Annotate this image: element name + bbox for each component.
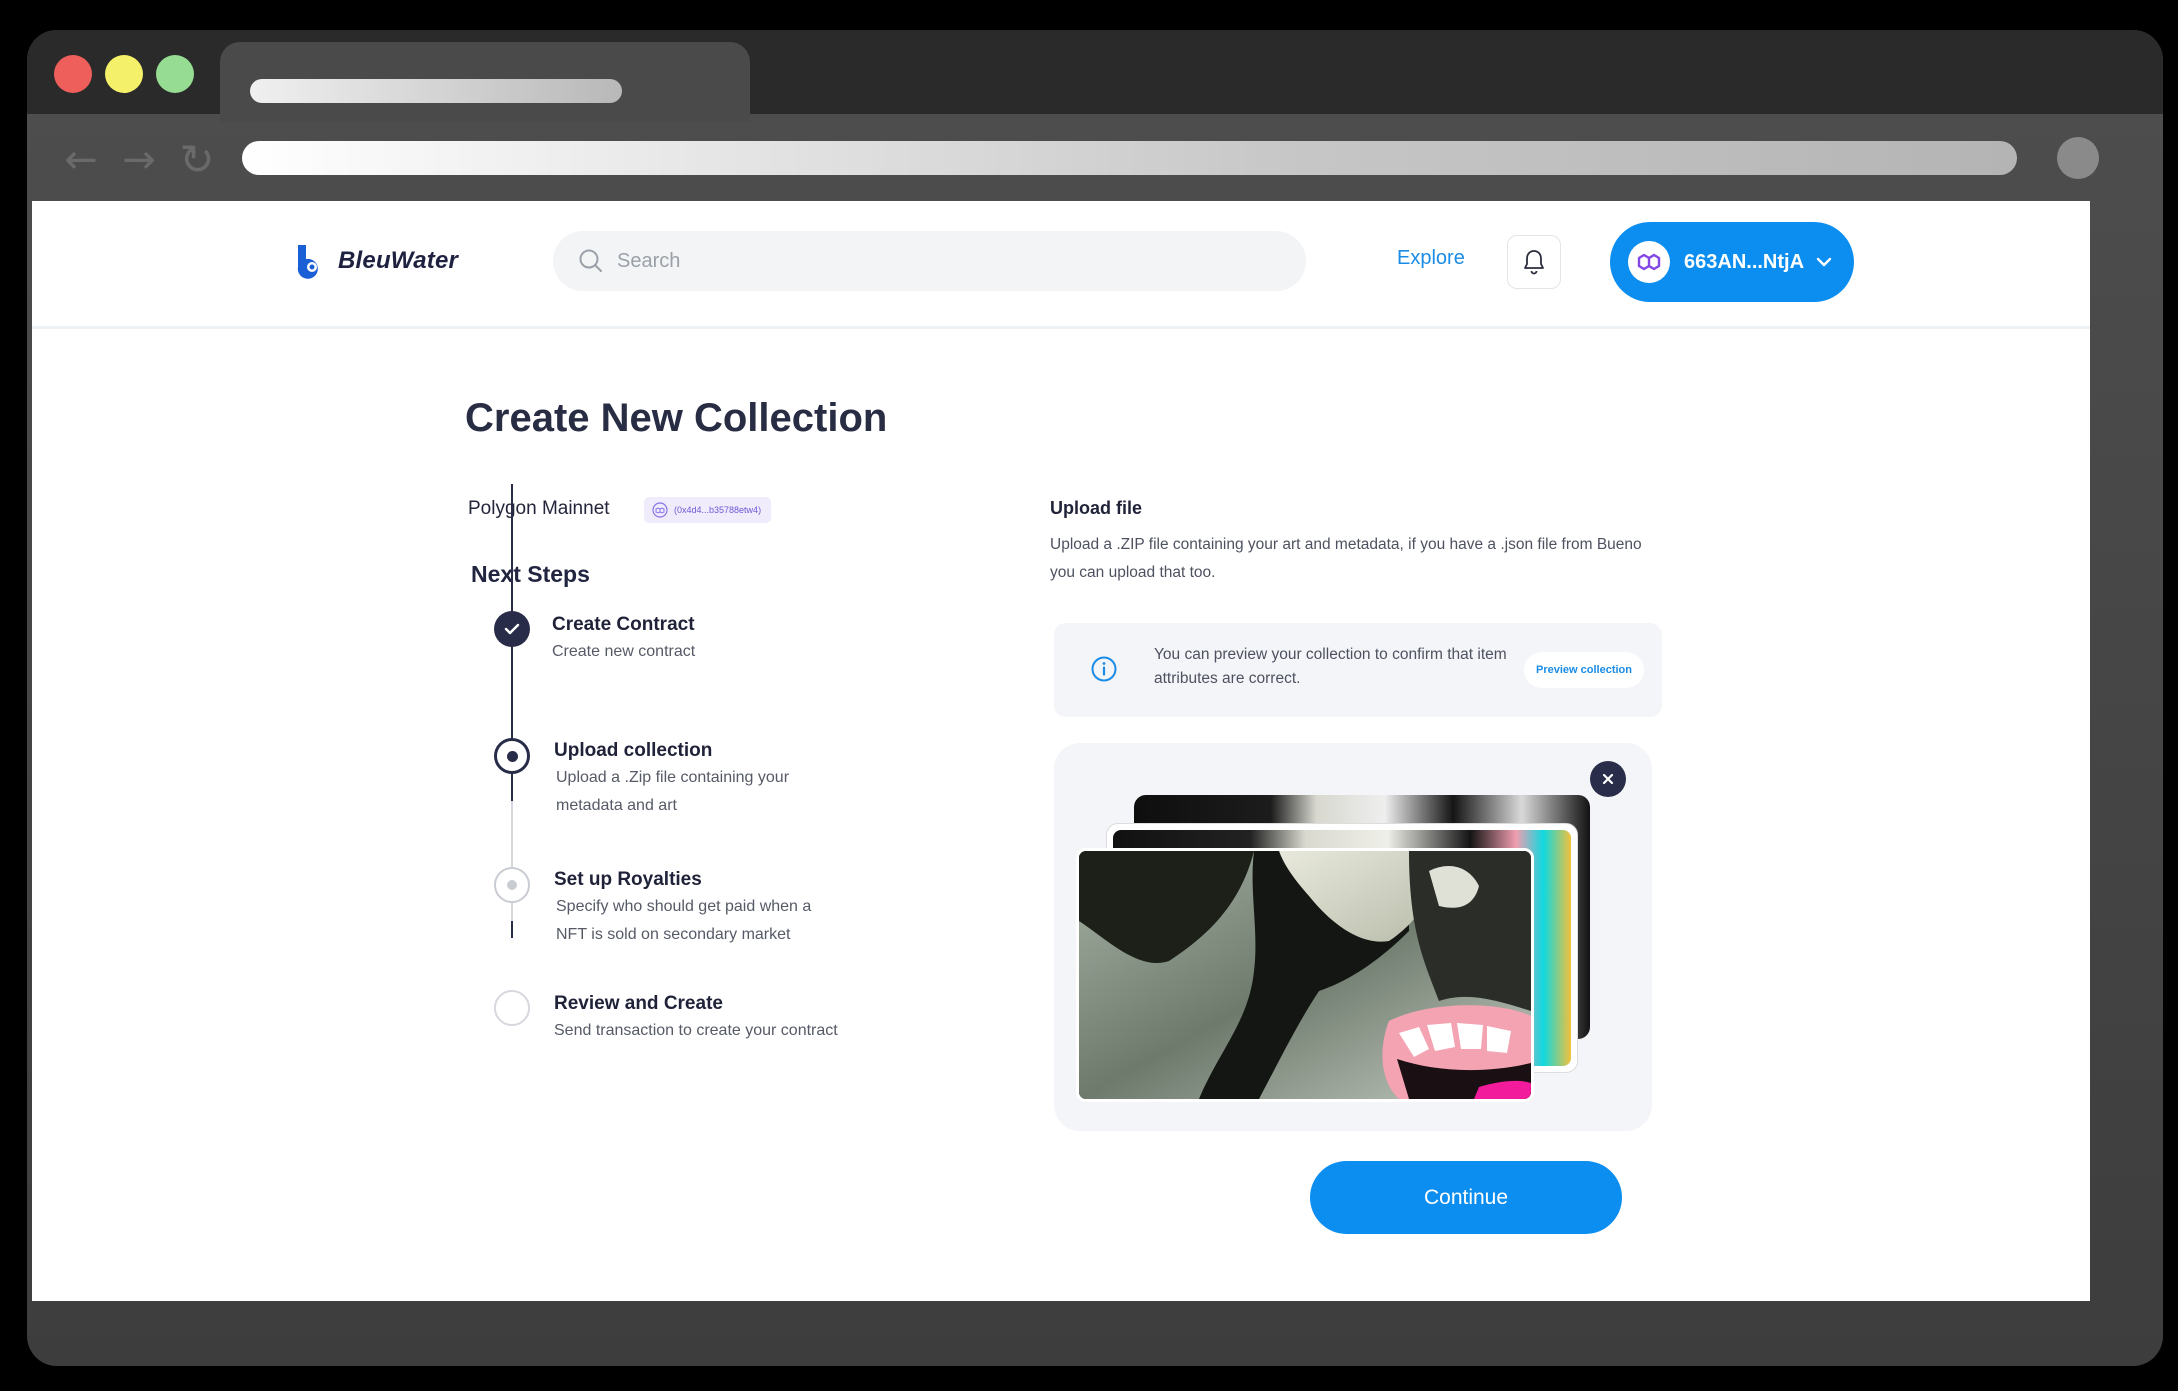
step-title: Upload collection bbox=[554, 740, 713, 761]
step-description: Upload a .Zip file containing your bbox=[556, 769, 790, 786]
remove-file-button[interactable] bbox=[1590, 761, 1626, 797]
web-page: BleuWater Explore 663AN...NtjA bbox=[32, 201, 2090, 1301]
maximize-window-button[interactable] bbox=[156, 55, 194, 93]
info-icon bbox=[1091, 656, 1117, 682]
info-box: You can preview your collection to confi… bbox=[1054, 623, 1662, 717]
title-bar bbox=[27, 30, 2163, 122]
wallet-address: 663AN...NtjA bbox=[1684, 250, 1805, 273]
step-description: Specify who should get paid when a bbox=[556, 898, 812, 915]
tab-title-placeholder bbox=[250, 79, 622, 103]
polygon-small-icon bbox=[652, 502, 668, 518]
step-4-future-indicator bbox=[494, 990, 530, 1026]
step-title: Review and Create bbox=[554, 993, 723, 1014]
step-description: NFT is sold on secondary market bbox=[556, 926, 791, 943]
step-description: Create new contract bbox=[552, 643, 696, 660]
address-bar[interactable] bbox=[242, 141, 2017, 175]
preview-artwork-image bbox=[1076, 848, 1534, 1102]
site-header: BleuWater Explore 663AN...NtjA bbox=[32, 201, 2090, 329]
continue-button[interactable]: Continue bbox=[1310, 1161, 1622, 1234]
close-icon bbox=[1602, 773, 1614, 785]
browser-profile-icon[interactable] bbox=[2057, 137, 2099, 179]
chevron-down-icon bbox=[1816, 257, 1832, 267]
upload-preview-card bbox=[1054, 743, 1652, 1131]
step-description: Send transaction to create your contract bbox=[554, 1022, 838, 1039]
wallet-button[interactable]: 663AN...NtjA bbox=[1610, 222, 1854, 302]
step-description: metadata and art bbox=[556, 797, 677, 814]
explore-link[interactable]: Explore bbox=[1397, 247, 1465, 270]
step-3-pending-indicator bbox=[494, 867, 530, 903]
logo[interactable]: BleuWater bbox=[296, 243, 458, 279]
upload-title: Upload file bbox=[1050, 498, 1143, 518]
search-icon bbox=[579, 249, 602, 272]
close-window-button[interactable] bbox=[54, 55, 92, 93]
forward-arrow-icon[interactable]: → bbox=[117, 138, 161, 182]
polygon-icon bbox=[1628, 241, 1670, 283]
bleuwater-logo-icon bbox=[297, 245, 318, 279]
step-pending-line bbox=[511, 801, 513, 921]
upload-description: Upload a .ZIP file containing your art a… bbox=[1050, 536, 1642, 581]
step-title: Set up Royalties bbox=[554, 869, 702, 890]
reload-icon[interactable]: ↻ bbox=[175, 138, 219, 182]
network-address: (0x4d4...b35788etw4) bbox=[674, 505, 762, 515]
back-arrow-icon[interactable]: ← bbox=[59, 138, 103, 182]
page-title: Create New Collection bbox=[465, 396, 888, 440]
step-1-check-icon bbox=[494, 611, 530, 647]
info-text: You can preview your collection to confi… bbox=[1154, 646, 1507, 687]
bell-icon bbox=[1524, 250, 1544, 275]
step-2-current-indicator bbox=[494, 738, 530, 774]
step-title: Create Contract bbox=[552, 614, 695, 635]
minimize-window-button[interactable] bbox=[105, 55, 143, 93]
network-name: Polygon Mainnet bbox=[468, 498, 610, 519]
search-bar[interactable] bbox=[553, 231, 1306, 291]
search-input[interactable] bbox=[617, 249, 1257, 273]
browser-tab[interactable] bbox=[220, 42, 750, 122]
preview-collection-button[interactable]: Preview collection bbox=[1524, 652, 1644, 688]
next-steps-heading: Next Steps bbox=[471, 561, 590, 587]
notifications-button[interactable] bbox=[1507, 235, 1561, 289]
network-address-badge[interactable]: (0x4d4...b35788etw4) bbox=[644, 497, 772, 523]
logo-text: BleuWater bbox=[338, 247, 459, 274]
